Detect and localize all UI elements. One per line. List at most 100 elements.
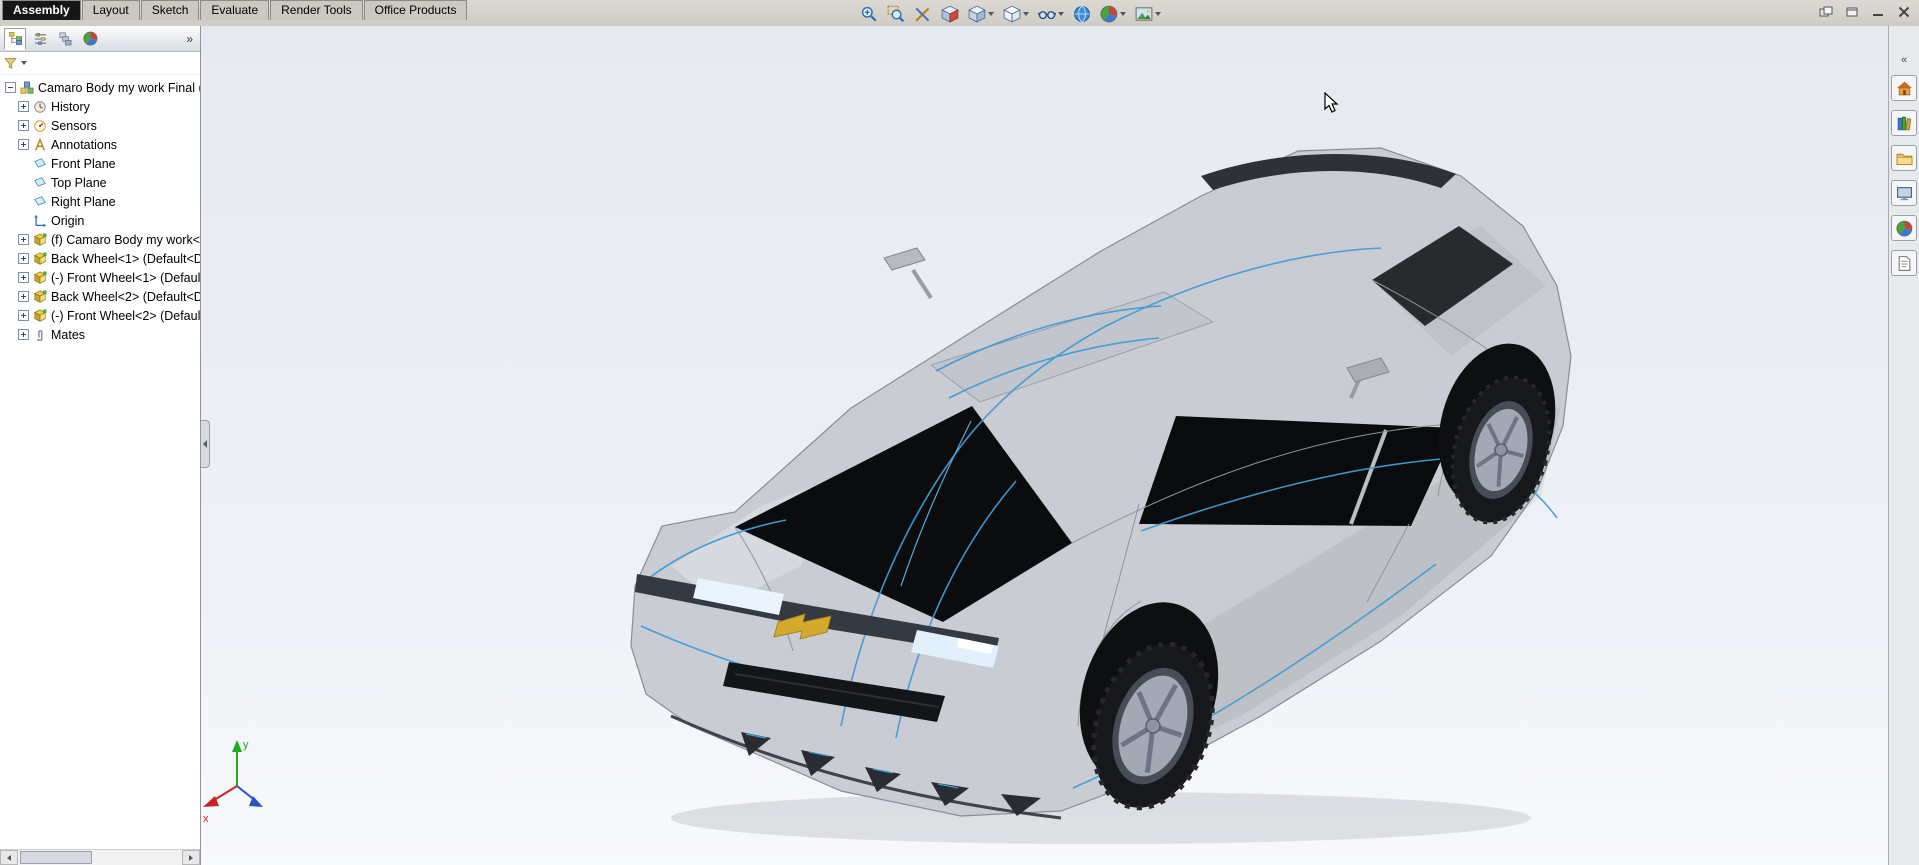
design-library-tab[interactable] — [1891, 110, 1917, 136]
tab-render-tools[interactable]: Render Tools — [270, 0, 363, 20]
appearance-sphere-icon — [1896, 220, 1913, 237]
tree-item-label: Origin — [51, 213, 85, 228]
tab-office-products[interactable]: Office Products — [363, 0, 468, 20]
expand-toggle[interactable] — [18, 329, 29, 340]
tree-item-front-plane[interactable]: Front Plane — [0, 154, 200, 173]
plane-icon — [33, 157, 47, 171]
displaymanager-icon — [83, 31, 98, 46]
books-icon — [1896, 115, 1913, 132]
tree-item-origin[interactable]: Origin — [0, 211, 200, 230]
panel-tab-bar: » — [0, 26, 200, 52]
task-pane-collapse-button[interactable]: « — [1901, 54, 1907, 66]
side-mirror-left — [883, 247, 933, 300]
tree-item-label: Sensors — [51, 118, 97, 133]
tab-layout[interactable]: Layout — [81, 0, 140, 20]
tree-item-label: Camaro Body my work Final (D — [38, 80, 200, 95]
zoom-to-fit-button[interactable] — [885, 3, 907, 25]
featuremanager-tab[interactable] — [4, 27, 26, 50]
expand-toggle[interactable] — [18, 120, 29, 131]
tree-item-history[interactable]: History — [0, 97, 200, 116]
edit-appearance-button[interactable] — [1098, 3, 1128, 25]
expand-toggle[interactable] — [18, 234, 29, 245]
panel-horizontal-scrollbar[interactable] — [0, 849, 200, 865]
expand-toggle[interactable] — [18, 272, 29, 283]
custom-properties-tab[interactable] — [1891, 250, 1917, 276]
arrange-windows-button[interactable] — [1816, 4, 1836, 19]
tree-root-item[interactable]: Camaro Body my work Final (D — [0, 78, 200, 97]
3d-viewport[interactable]: x y — [201, 26, 1889, 865]
expand-toggle[interactable] — [18, 253, 29, 264]
tree-item-back-wheel-1[interactable]: Back Wheel<1> (Default<Dis — [0, 249, 200, 268]
solidworks-resources-tab[interactable] — [1891, 75, 1917, 101]
plane-icon — [33, 176, 47, 190]
expand-toggle[interactable] — [18, 101, 29, 112]
tree-item-annotations[interactable]: Annotations — [0, 135, 200, 154]
view-settings-button[interactable] — [1133, 3, 1163, 25]
monitor-icon — [1896, 185, 1913, 202]
feature-tree: Camaro Body my work Final (D History Sen… — [0, 75, 200, 344]
ribbon-tabs: Assembly Layout Sketch Evaluate Render T… — [2, 0, 468, 20]
tree-item-mates[interactable]: Mates — [0, 325, 200, 344]
view-palette-tab[interactable] — [1891, 180, 1917, 206]
window-controls — [1816, 4, 1914, 19]
part-icon — [33, 290, 47, 304]
tab-assembly[interactable]: Assembly — [2, 0, 81, 20]
hide-show-items-button[interactable] — [1036, 3, 1066, 25]
panel-collapse-handle[interactable] — [201, 420, 210, 468]
tree-item-back-wheel-2[interactable]: Back Wheel<2> (Default<Dis — [0, 287, 200, 306]
restore-window-button[interactable] — [1842, 4, 1862, 19]
selection-filter-button[interactable] — [912, 3, 934, 25]
tree-item-camaro-body-component[interactable]: (f) Camaro Body my work<1 — [0, 230, 200, 249]
close-window-button[interactable] — [1894, 4, 1914, 19]
zoom-to-area-button[interactable] — [858, 3, 880, 25]
command-manager-bar: Assembly Layout Sketch Evaluate Render T… — [0, 0, 1919, 27]
part-icon — [33, 271, 47, 285]
tree-item-right-plane[interactable]: Right Plane — [0, 192, 200, 211]
expand-toggle[interactable] — [18, 139, 29, 150]
tab-evaluate[interactable]: Evaluate — [200, 0, 270, 20]
file-explorer-tab[interactable] — [1891, 145, 1917, 171]
displaymanager-tab[interactable] — [79, 28, 101, 50]
section-view-button[interactable] — [939, 3, 961, 25]
tree-item-label: Right Plane — [51, 194, 116, 209]
tree-item-front-wheel-1[interactable]: (-) Front Wheel<1> (Default< — [0, 268, 200, 287]
apply-scene-icon — [1073, 5, 1091, 23]
propertymanager-tab[interactable] — [29, 28, 51, 50]
appearances-scenes-tab[interactable] — [1891, 215, 1917, 241]
minimize-window-button[interactable] — [1868, 4, 1888, 19]
folder-icon — [1896, 150, 1913, 167]
part-icon — [33, 252, 47, 266]
view-orientation-button[interactable] — [966, 3, 996, 25]
scroll-left-button[interactable] — [0, 850, 18, 865]
display-style-button[interactable] — [1001, 3, 1031, 25]
tree-item-front-wheel-2[interactable]: (-) Front Wheel<2> (Default< — [0, 306, 200, 325]
graphics-area[interactable]: x y — [201, 26, 1889, 865]
collapse-toggle[interactable] — [5, 82, 16, 93]
scrollbar-thumb[interactable] — [20, 851, 92, 864]
configurationmanager-icon — [58, 31, 73, 46]
origin-icon — [33, 214, 47, 228]
configurationmanager-tab[interactable] — [54, 28, 76, 50]
sensors-icon — [33, 119, 47, 133]
heads-up-view-toolbar — [858, 2, 1163, 26]
filter-dropdown-caret[interactable] — [21, 61, 27, 65]
assembly-icon — [20, 81, 34, 95]
expand-toggle[interactable] — [18, 291, 29, 302]
dropdown-caret[interactable] — [988, 12, 994, 16]
filter-funnel-icon[interactable] — [4, 57, 17, 70]
tree-item-sensors[interactable]: Sensors — [0, 116, 200, 135]
car-shadow — [671, 792, 1531, 844]
expand-toggle[interactable] — [18, 310, 29, 321]
panel-more-tabs-button[interactable]: » — [183, 32, 196, 46]
dropdown-caret[interactable] — [1023, 12, 1029, 16]
camaro-model[interactable] — [630, 147, 1573, 823]
scroll-right-button[interactable] — [182, 850, 200, 865]
dropdown-caret[interactable] — [1155, 12, 1161, 16]
featuremanager-tree-icon — [8, 31, 23, 46]
tree-item-top-plane[interactable]: Top Plane — [0, 173, 200, 192]
dropdown-caret[interactable] — [1058, 12, 1064, 16]
tab-sketch[interactable]: Sketch — [140, 0, 200, 20]
dropdown-caret[interactable] — [1120, 12, 1126, 16]
edit-appearance-icon — [1100, 5, 1118, 23]
apply-scene-button[interactable] — [1071, 3, 1093, 25]
